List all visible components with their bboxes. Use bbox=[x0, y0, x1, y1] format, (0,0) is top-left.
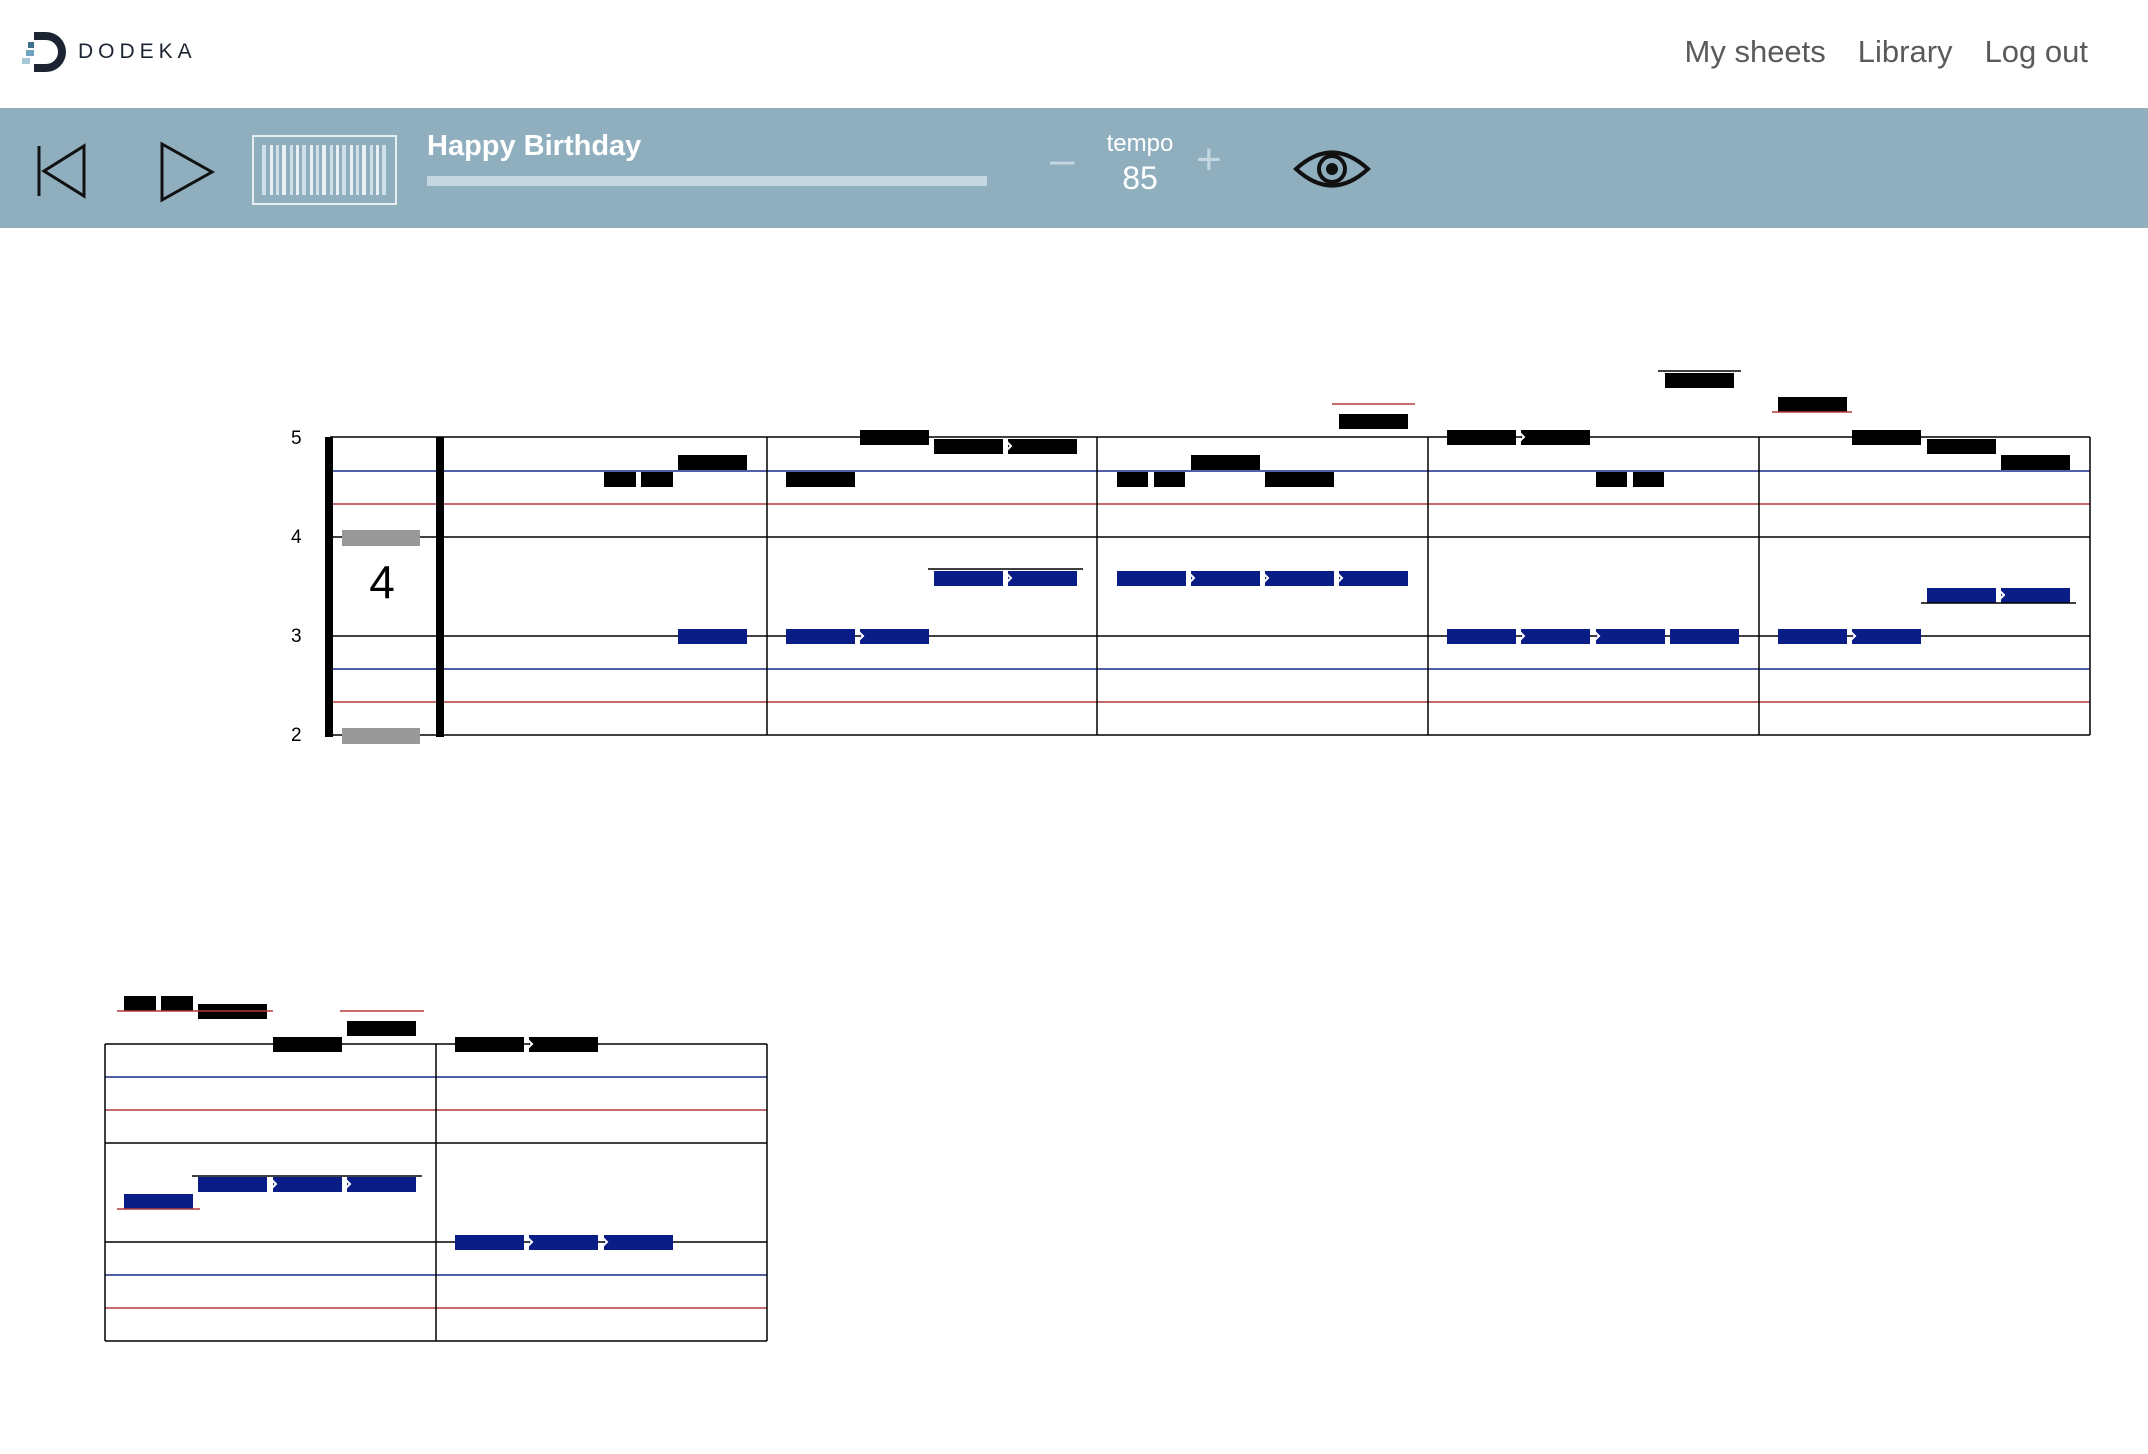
minimap-thumbnail bbox=[262, 145, 386, 195]
bass-note bbox=[2001, 588, 2070, 603]
bass-note bbox=[529, 1235, 598, 1250]
melody-note bbox=[1447, 430, 1516, 445]
brand-name: DODEKA bbox=[78, 40, 197, 63]
melody-note bbox=[1778, 397, 1847, 412]
minimap-stripe bbox=[276, 145, 279, 195]
minimap-stripe bbox=[310, 145, 313, 195]
melody-note bbox=[1265, 472, 1334, 487]
minimap-stripe bbox=[342, 145, 346, 195]
melody-note bbox=[455, 1037, 524, 1052]
sheet-canvas: 5 4 3 2 4 bbox=[0, 228, 2148, 1454]
minimap-stripe bbox=[316, 145, 319, 195]
system-2 bbox=[104, 996, 768, 1342]
minimap-stripe bbox=[350, 145, 353, 195]
bass-note bbox=[1191, 571, 1260, 586]
melody-note bbox=[2001, 455, 2070, 470]
bass-note bbox=[860, 629, 929, 644]
nav-log-out[interactable]: Log out bbox=[1985, 34, 2088, 70]
sheet-minimap[interactable] bbox=[252, 135, 397, 205]
bass-note bbox=[273, 1177, 342, 1192]
bass-note bbox=[1670, 629, 1739, 644]
melody-note bbox=[1008, 439, 1077, 454]
bass-note bbox=[1778, 629, 1847, 644]
bass-note bbox=[1339, 571, 1408, 586]
tempo-value: 85 bbox=[1122, 160, 1158, 196]
minimap-stripe bbox=[270, 145, 273, 195]
tempo-label: tempo bbox=[1106, 130, 1174, 157]
melody-note bbox=[641, 472, 673, 487]
melody-note bbox=[678, 455, 747, 470]
minimap-stripe bbox=[262, 145, 266, 195]
melody-note bbox=[1852, 430, 1921, 445]
bass-note bbox=[198, 1177, 267, 1192]
system-1: 4 bbox=[325, 370, 2091, 744]
octave-marker bbox=[342, 728, 420, 744]
bass-note bbox=[1117, 571, 1186, 586]
melody-note bbox=[934, 439, 1003, 454]
melody-note bbox=[1927, 439, 1996, 454]
skip-to-start-icon[interactable] bbox=[36, 142, 88, 200]
melody-note bbox=[529, 1037, 598, 1052]
main-nav: My sheets Library Log out bbox=[1685, 28, 2088, 76]
minimap-stripe bbox=[376, 145, 379, 195]
melody-note bbox=[1191, 455, 1260, 470]
staff-notation: 4 bbox=[104, 370, 2091, 1342]
bass-note bbox=[1596, 629, 1665, 644]
bass-note bbox=[604, 1235, 673, 1250]
minimap-stripe bbox=[302, 145, 306, 195]
melody-note bbox=[1665, 373, 1734, 388]
melody-note bbox=[1596, 472, 1627, 487]
minimap-stripe bbox=[290, 145, 293, 195]
bass-note bbox=[934, 571, 1003, 586]
bass-note bbox=[455, 1235, 524, 1250]
time-signature-label: 4 bbox=[369, 556, 395, 608]
melody-note bbox=[1633, 472, 1664, 487]
minimap-stripe bbox=[362, 145, 366, 195]
tempo-increase-button[interactable]: + bbox=[1196, 138, 1222, 182]
bass-note bbox=[347, 1177, 416, 1192]
brand-logo[interactable]: DODEKA bbox=[22, 28, 197, 76]
melody-note bbox=[860, 430, 929, 445]
melody-note bbox=[1521, 430, 1590, 445]
minimap-stripe bbox=[382, 145, 386, 195]
melody-note bbox=[604, 472, 636, 487]
bass-note bbox=[1521, 629, 1590, 644]
top-navbar: DODEKA My sheets Library Log out bbox=[0, 0, 2148, 108]
minimap-stripe bbox=[356, 145, 359, 195]
dodeka-logo-icon bbox=[22, 32, 66, 72]
minimap-stripe bbox=[336, 145, 339, 195]
tempo-decrease-button[interactable]: – bbox=[1050, 138, 1074, 182]
minimap-stripe bbox=[322, 145, 326, 195]
nav-library[interactable]: Library bbox=[1858, 34, 1953, 70]
octave-marker bbox=[342, 530, 420, 546]
melody-note bbox=[161, 996, 193, 1011]
melody-note bbox=[273, 1037, 342, 1052]
melody-note bbox=[1117, 472, 1148, 487]
bass-note bbox=[678, 629, 747, 644]
bass-note bbox=[124, 1194, 193, 1209]
melody-note bbox=[786, 472, 855, 487]
bass-note bbox=[1265, 571, 1334, 586]
melody-note bbox=[347, 1021, 416, 1036]
bass-note bbox=[1447, 629, 1516, 644]
player-toolbar: Happy Birthday – tempo 85 + bbox=[0, 108, 2148, 228]
bass-note bbox=[1927, 588, 1996, 603]
play-icon[interactable] bbox=[158, 140, 216, 204]
time-signature-bar bbox=[436, 437, 444, 737]
minimap-stripe bbox=[296, 145, 299, 195]
melody-note bbox=[1339, 414, 1408, 429]
staff-start-bar bbox=[325, 437, 333, 737]
minimap-stripe bbox=[330, 145, 333, 195]
eye-icon[interactable] bbox=[1292, 144, 1372, 194]
nav-my-sheets[interactable]: My sheets bbox=[1685, 34, 1826, 70]
melody-note bbox=[1154, 472, 1185, 487]
bass-note bbox=[1008, 571, 1077, 586]
minimap-stripe bbox=[370, 145, 373, 195]
minimap-stripe bbox=[282, 145, 286, 195]
melody-note bbox=[124, 996, 156, 1011]
song-title: Happy Birthday bbox=[427, 130, 642, 162]
bass-note bbox=[1852, 629, 1921, 644]
playback-progress-bar[interactable] bbox=[427, 176, 987, 186]
bass-note bbox=[786, 629, 855, 644]
